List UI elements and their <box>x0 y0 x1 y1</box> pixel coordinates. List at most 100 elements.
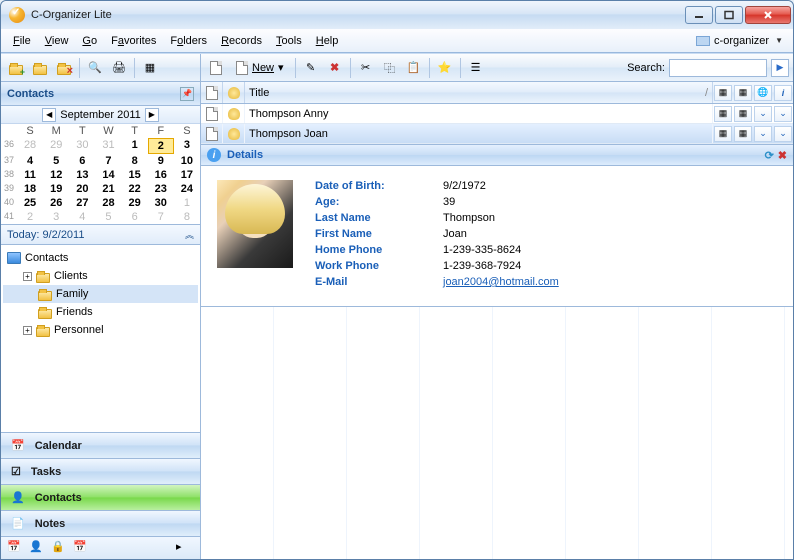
row-btn-expand2[interactable]: ⌄ <box>774 106 792 122</box>
grid-row[interactable]: Thompson Anny ▦ ▦ ⌄ ⌄ <box>201 104 793 124</box>
col-title[interactable]: Title/ <box>245 82 713 103</box>
calendar-day[interactable]: 30 <box>148 196 174 210</box>
calendar-day[interactable]: 13 <box>69 168 95 182</box>
menu-folders[interactable]: Folders <box>164 33 213 49</box>
copy-button[interactable]: ⿻ <box>379 57 401 79</box>
menu-favorites[interactable]: Favorites <box>105 33 162 49</box>
delete-button[interactable]: ✖ <box>324 57 346 79</box>
calendar-day[interactable]: 2 <box>148 138 174 154</box>
calendar-day[interactable]: 28 <box>95 196 121 210</box>
row-btn-1[interactable]: ▦ <box>714 126 732 142</box>
calendar-day[interactable]: 18 <box>17 182 43 196</box>
calendar-day[interactable]: 7 <box>95 154 121 168</box>
minimize-button[interactable] <box>685 6 713 24</box>
calendar-day[interactable]: 5 <box>43 154 69 168</box>
tree-item[interactable]: +Clients <box>3 267 198 285</box>
nav-more-button[interactable]: ▸ <box>176 540 194 556</box>
calendar-day[interactable]: 12 <box>43 168 69 182</box>
close-details-icon[interactable]: ✖ <box>778 149 787 162</box>
nav-tasks[interactable]: ☑Tasks <box>1 459 200 485</box>
calendar-day[interactable]: 1 <box>174 196 200 210</box>
row-btn-1[interactable]: ▦ <box>714 106 732 122</box>
menu-go[interactable]: Go <box>76 33 103 49</box>
list-view-button[interactable]: ☰ <box>465 57 487 79</box>
nav-icon-4[interactable]: 📅 <box>73 540 91 556</box>
pin-button[interactable]: 📌 <box>180 87 194 101</box>
col-btn-3[interactable]: 🌐 <box>754 85 772 101</box>
database-selector[interactable]: c-organizer ▼ <box>692 33 787 49</box>
calendar-day[interactable]: 27 <box>69 196 95 210</box>
today-row[interactable]: Today: 9/2/2011 ︽ <box>1 225 200 245</box>
print-button[interactable]: 🖨 <box>108 57 130 79</box>
paste-button[interactable]: 📋 <box>403 57 425 79</box>
col-btn-info[interactable]: i <box>774 85 792 101</box>
menu-file[interactable]: File <box>7 33 37 49</box>
refresh-icon[interactable]: ⟳ <box>765 149 774 162</box>
calendar-day[interactable]: 3 <box>43 210 69 224</box>
nav-calendar[interactable]: 📅Calendar <box>1 433 200 459</box>
nav-icon-1[interactable]: 📅 <box>7 540 25 556</box>
row-btn-2[interactable]: ▦ <box>734 106 752 122</box>
col-btn-2[interactable]: ▦ <box>734 85 752 101</box>
col-btn-1[interactable]: ▦ <box>714 85 732 101</box>
new-doc-button[interactable] <box>205 57 227 79</box>
menu-tools[interactable]: Tools <box>270 33 308 49</box>
search-input[interactable] <box>669 59 767 77</box>
view-mode-button[interactable]: ▦ <box>139 57 161 79</box>
next-month-button[interactable]: ▶ <box>145 108 159 122</box>
calendar-day[interactable]: 16 <box>148 168 174 182</box>
calendar-day[interactable]: 19 <box>43 182 69 196</box>
calendar-day[interactable]: 3 <box>174 138 200 154</box>
calendar-day[interactable]: 30 <box>69 138 95 154</box>
calendar-day[interactable]: 6 <box>122 210 148 224</box>
calendar-day[interactable]: 8 <box>174 210 200 224</box>
calendar-day[interactable]: 31 <box>95 138 121 154</box>
menu-view[interactable]: View <box>39 33 75 49</box>
close-button[interactable] <box>745 6 791 24</box>
calendar-day[interactable]: 17 <box>174 168 200 182</box>
grid-row[interactable]: Thompson Joan ▦ ▦ ⌄ ⌄ <box>201 124 793 144</box>
calendar-day[interactable]: 20 <box>69 182 95 196</box>
calendar-day[interactable]: 4 <box>69 210 95 224</box>
prev-month-button[interactable]: ◀ <box>42 108 56 122</box>
new-folder-button[interactable] <box>5 57 27 79</box>
calendar-day[interactable]: 9 <box>148 154 174 168</box>
tree-item[interactable]: +Personnel <box>3 321 198 339</box>
row-btn-expand2[interactable]: ⌄ <box>774 126 792 142</box>
calendar-day[interactable]: 25 <box>17 196 43 210</box>
menu-help[interactable]: Help <box>310 33 345 49</box>
calendar-day[interactable]: 5 <box>95 210 121 224</box>
col-icon-1[interactable] <box>201 82 223 103</box>
maximize-button[interactable] <box>715 6 743 24</box>
menu-records[interactable]: Records <box>215 33 268 49</box>
calendar-day[interactable]: 21 <box>95 182 121 196</box>
row-btn-expand[interactable]: ⌄ <box>754 106 772 122</box>
calendar-day[interactable]: 15 <box>122 168 148 182</box>
new-dropdown[interactable]: New ▾ <box>229 58 291 78</box>
nav-icon-3[interactable]: 🔒 <box>51 540 69 556</box>
tree-expand[interactable]: + <box>23 272 32 281</box>
calendar-day[interactable]: 6 <box>69 154 95 168</box>
search-button[interactable]: 🔍 <box>84 57 106 79</box>
row-btn-2[interactable]: ▦ <box>734 126 752 142</box>
calendar-day[interactable]: 29 <box>122 196 148 210</box>
calendar-day[interactable]: 24 <box>174 182 200 196</box>
calendar-day[interactable]: 29 <box>43 138 69 154</box>
favorite-button[interactable]: ⭐ <box>434 57 456 79</box>
tree-expand[interactable]: + <box>23 326 32 335</box>
calendar-day[interactable]: 23 <box>148 182 174 196</box>
col-icon-2[interactable] <box>223 82 245 103</box>
tree-item[interactable]: Family <box>3 285 198 303</box>
delete-folder-button[interactable] <box>53 57 75 79</box>
calendar-day[interactable]: 22 <box>122 182 148 196</box>
nav-icon-2[interactable]: 👤 <box>29 540 47 556</box>
calendar-day[interactable]: 2 <box>17 210 43 224</box>
calendar-day[interactable]: 4 <box>17 154 43 168</box>
calendar-day[interactable]: 8 <box>122 154 148 168</box>
calendar-day[interactable]: 1 <box>122 138 148 154</box>
edit-folder-button[interactable] <box>29 57 51 79</box>
edit-button[interactable]: ✎ <box>300 57 322 79</box>
email-value[interactable]: joan2004@hotmail.com <box>443 276 559 288</box>
calendar-day[interactable]: 7 <box>148 210 174 224</box>
nav-contacts[interactable]: 👤Contacts <box>1 485 200 511</box>
